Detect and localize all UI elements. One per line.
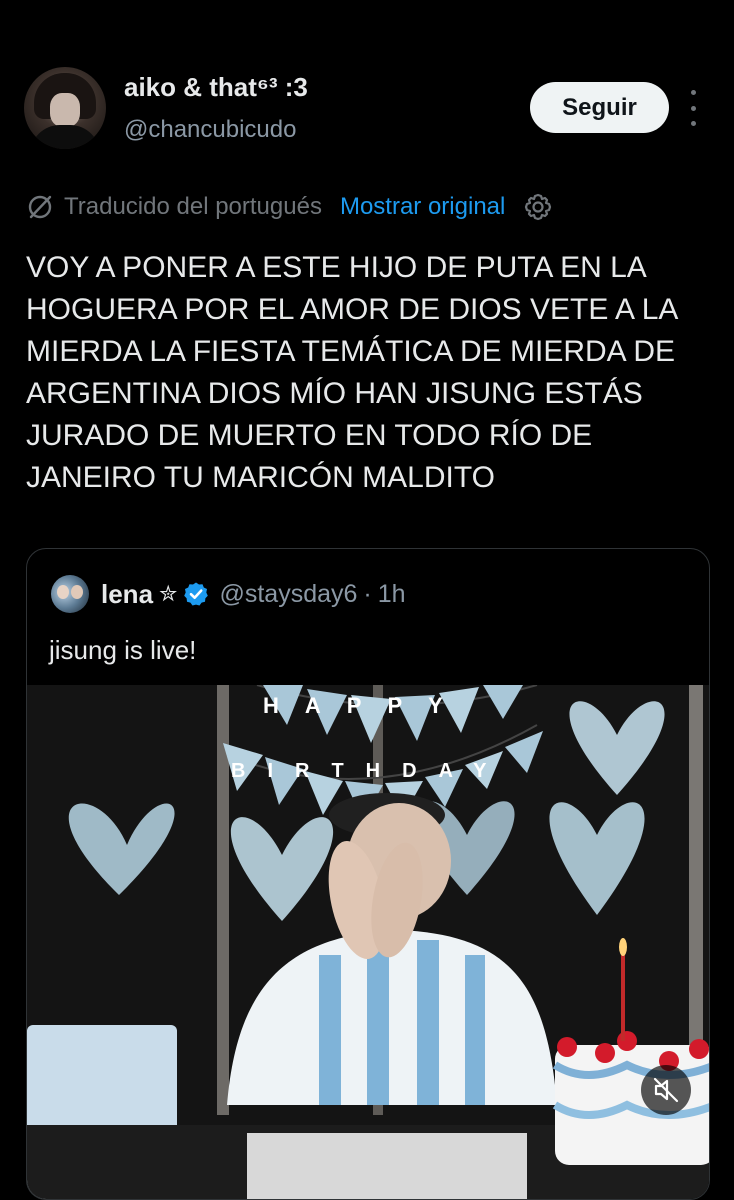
more-dot: [690, 90, 696, 95]
happy-banner-text: HAPPY: [263, 693, 469, 718]
paper-sheet: [247, 1133, 527, 1199]
avatar-person: [71, 585, 83, 599]
show-original-link[interactable]: Mostrar original: [340, 193, 505, 221]
video-frame: HAPPY BIRTHDAY: [27, 685, 709, 1199]
verified-badge-icon: [184, 582, 209, 606]
quoted-author-avatar[interactable]: [51, 575, 89, 613]
quoted-author-handle[interactable]: @staysday6: [219, 580, 357, 609]
quoted-timestamp[interactable]: 1h: [378, 580, 406, 609]
name-star-symbol: ✮: [159, 581, 178, 606]
muted-speaker-glyph: [653, 1077, 679, 1103]
more-dot: [690, 105, 696, 111]
translate-icon: [28, 195, 52, 219]
avatar-face: [50, 93, 80, 127]
more-vertical-icon[interactable]: [683, 90, 703, 126]
avatar-person: [57, 585, 69, 599]
quoted-author-name[interactable]: lena: [101, 579, 153, 610]
birthday-banner-text: BIRTHDAY: [231, 760, 509, 782]
tweet-header: aiko & that⁶³ :3 @chancubicudo Seguir: [0, 0, 734, 180]
quoted-header: lena ✮ @staysday6 · 1h: [101, 577, 406, 611]
separator-dot: ·: [363, 579, 372, 608]
tweet-body: VOY A PONER A ESTE HIJO DE PUTA EN LA HO…: [26, 251, 677, 494]
author-avatar[interactable]: [24, 67, 106, 149]
author-display-name[interactable]: aiko & that⁶³ :3: [124, 72, 308, 103]
author-handle[interactable]: @chancubicudo: [124, 116, 296, 144]
translated-from-label: Traducido del portugués: [64, 193, 322, 220]
quoted-body: jisung is live!: [49, 635, 197, 665]
more-dot: [690, 121, 696, 126]
gear-icon[interactable]: [523, 192, 553, 222]
quoted-media-video[interactable]: HAPPY BIRTHDAY: [27, 685, 709, 1199]
follow-button[interactable]: Seguir: [530, 82, 669, 133]
muted-speaker-icon[interactable]: [641, 1065, 691, 1115]
translation-bar: Traducido del portugués Mostrar original: [26, 190, 726, 224]
quoted-tweet[interactable]: lena ✮ @staysday6 · 1h jisung is live! H…: [26, 548, 710, 1200]
avatar-shirt: [30, 125, 100, 149]
